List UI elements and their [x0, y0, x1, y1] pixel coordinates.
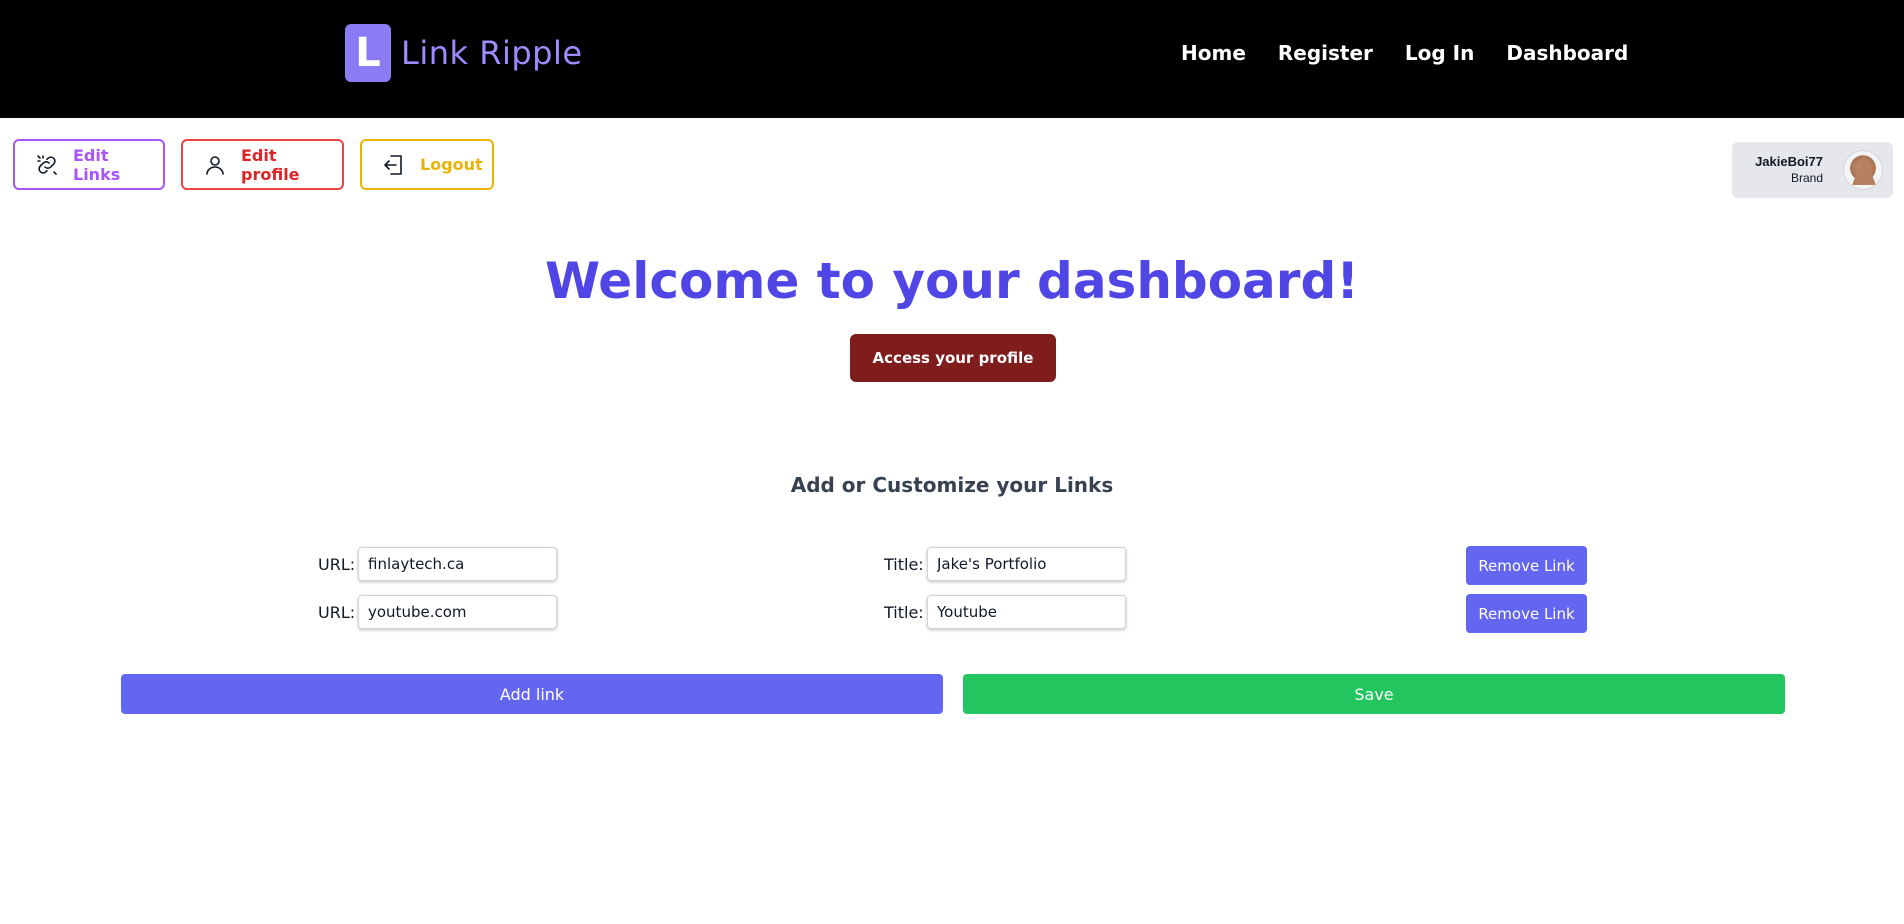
logout-button[interactable]: Logout	[360, 139, 494, 190]
edit-links-button[interactable]: Edit Links	[13, 139, 165, 190]
save-button[interactable]: Save	[963, 674, 1785, 714]
user-info: JakieBoi77 Brand	[1755, 154, 1823, 186]
brand-name: Link Ripple	[401, 34, 583, 72]
edit-profile-label: Edit profile	[241, 145, 300, 184]
remove-link-button[interactable]: Remove Link	[1466, 546, 1587, 585]
brand-logo-link[interactable]: L Link Ripple	[345, 24, 583, 82]
user-role: Brand	[1790, 171, 1823, 185]
remove-link-button[interactable]: Remove Link	[1466, 594, 1587, 633]
url-label: URL:	[318, 555, 356, 574]
link-icon	[35, 153, 59, 177]
title-label: Title:	[884, 555, 924, 574]
user-card[interactable]: JakieBoi77 Brand	[1732, 142, 1893, 198]
edit-links-label: Edit Links	[73, 145, 121, 184]
url-input[interactable]	[358, 547, 557, 581]
title-label: Title:	[884, 603, 924, 622]
nav-dashboard[interactable]: Dashboard	[1506, 38, 1628, 68]
url-label: URL:	[318, 603, 356, 622]
user-icon	[203, 153, 227, 177]
main-nav: Home Register Log In Dashboard	[1181, 38, 1628, 68]
add-link-button[interactable]: Add link	[121, 674, 943, 714]
avatar	[1843, 150, 1883, 190]
title-input[interactable]	[927, 547, 1126, 581]
access-profile-button[interactable]: Access your profile	[850, 334, 1056, 382]
edit-profile-button[interactable]: Edit profile	[181, 139, 344, 190]
brand-logo-icon: L	[345, 24, 391, 82]
logout-label: Logout	[420, 155, 483, 174]
title-input[interactable]	[927, 595, 1126, 629]
nav-home[interactable]: Home	[1181, 38, 1246, 68]
links-section-title: Add or Customize your Links	[790, 473, 1114, 497]
nav-login[interactable]: Log In	[1405, 38, 1474, 68]
page-title: Welcome to your dashboard!	[544, 252, 1360, 310]
logout-icon	[382, 153, 406, 177]
nav-register[interactable]: Register	[1278, 38, 1373, 68]
username: JakieBoi77	[1755, 154, 1823, 169]
url-input[interactable]	[358, 595, 557, 629]
top-navbar: L Link Ripple Home Register Log In Dashb…	[0, 0, 1904, 118]
